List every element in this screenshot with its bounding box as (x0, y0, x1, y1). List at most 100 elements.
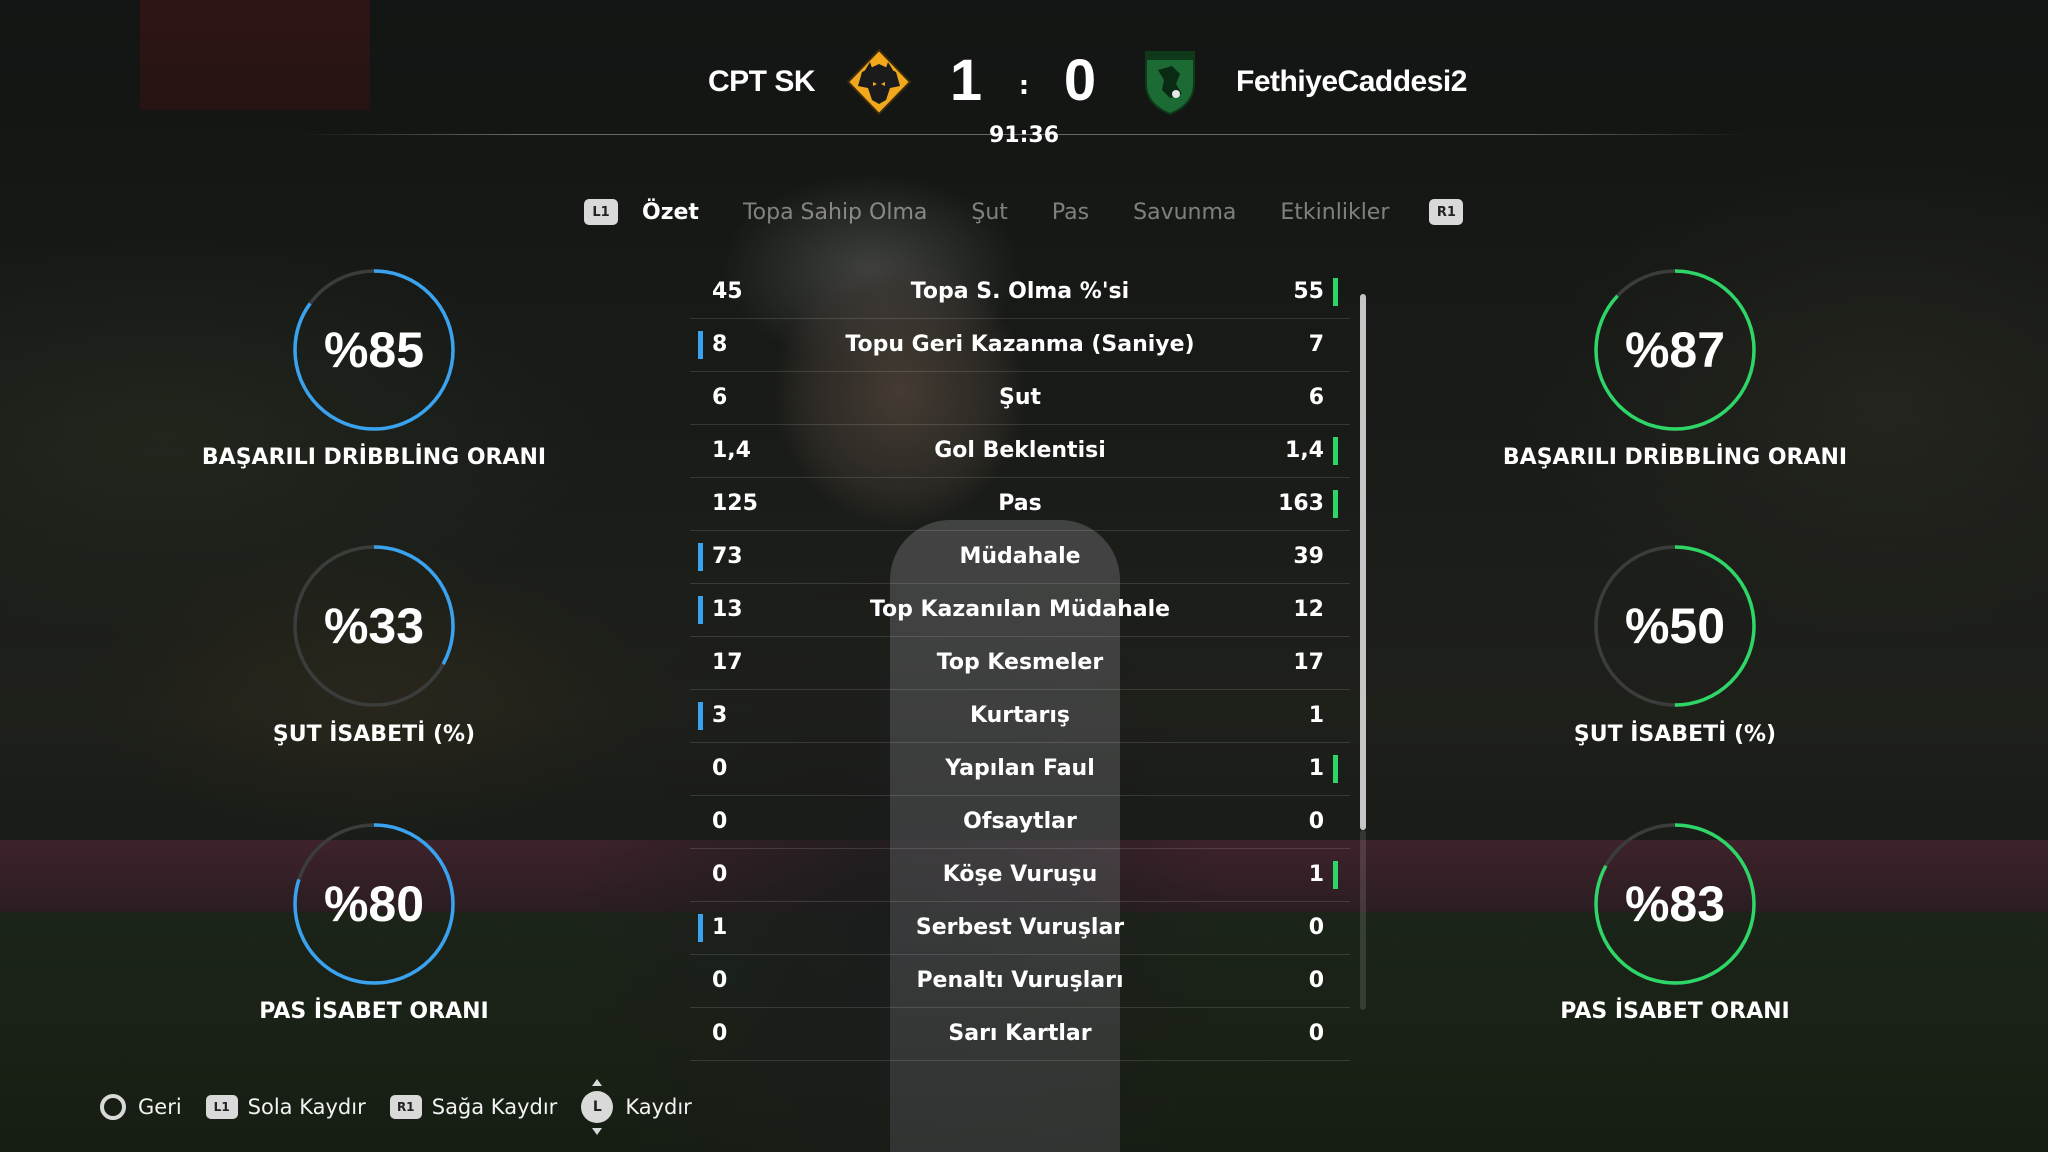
stat-label: Ofsaytlar (963, 809, 1077, 834)
stats-table[interactable]: 45 Topa S. Olma %'si 55 8 Topu Geri Kazanma … (690, 266, 1350, 1061)
stat-row: 1,4 Gol Beklentisi 1,4 (690, 425, 1350, 478)
away-leader-bar (1333, 490, 1338, 518)
stat-away-value: 1,4 (1285, 438, 1324, 463)
l1-button-icon: L1 (205, 1095, 238, 1119)
arrow-down-icon (592, 1128, 603, 1135)
stat-label: Müdahale (959, 544, 1081, 569)
stat-row: 0 Yapılan Faul 1 (690, 743, 1350, 796)
stat-away-value: 0 (1308, 1021, 1324, 1046)
scroll-right-label: Sağa Kaydır (431, 1095, 558, 1119)
home-team-name: CPT SK (707, 65, 816, 98)
stat-label: Topa S. Olma %'si (910, 279, 1130, 304)
away-team-name: FethiyeCaddesi2 (1236, 65, 1467, 98)
scroll-left-prompt[interactable]: L1 Sola Kaydır (205, 1095, 366, 1119)
away-pass-accuracy-ring: %83 (1592, 821, 1758, 987)
tab-ozet[interactable]: Özet (642, 200, 699, 225)
r1-button-icon: R1 (389, 1095, 422, 1119)
home-pass-accuracy-value: %80 (323, 876, 425, 932)
home-shot-accuracy-ring: %33 (291, 543, 457, 709)
away-pass-accuracy-label: PAS İSABET ORANI (1560, 999, 1790, 1024)
stat-away-value: 0 (1308, 968, 1324, 993)
stat-away-value: 39 (1293, 544, 1324, 569)
tab-pas[interactable]: Pas (1052, 200, 1089, 225)
away-crest-icon (1145, 51, 1195, 116)
scroll-left-label: Sola Kaydır (247, 1095, 366, 1119)
back-prompt[interactable]: Geri (100, 1094, 182, 1120)
home-shot-accuracy-label: ŞUT İSABETİ (%) (272, 722, 476, 747)
stat-row: 45 Topa S. Olma %'si 55 (690, 266, 1350, 319)
stat-label: Kurtarış (969, 703, 1071, 728)
tab-savunma[interactable]: Savunma (1133, 200, 1236, 225)
wolves-crest-icon (846, 48, 912, 116)
stat-away-value: 7 (1308, 332, 1324, 357)
stat-away-value: 12 (1293, 597, 1324, 622)
away-leader-bar (1333, 861, 1338, 889)
away-shot-accuracy-label: ŞUT İSABETİ (%) (1573, 722, 1777, 747)
stats-tabs: L1 Özet Topa Sahip Olma Şut Pas Savunma … (580, 192, 1464, 232)
stat-label: Top Kazanılan Müdahale (869, 597, 1171, 622)
away-leader-bar (1333, 755, 1338, 783)
away-score: 0 (1063, 48, 1097, 113)
stat-label: Gol Beklentisi (934, 438, 1106, 463)
back-label: Geri (138, 1095, 182, 1119)
left-stick-letter: L (592, 1099, 602, 1115)
stat-label: Pas (998, 491, 1042, 516)
stat-row: 1 Serbest Vuruşlar 0 (690, 902, 1350, 955)
scroll-label: Kaydır (625, 1095, 692, 1119)
home-dribbling-value: %85 (323, 322, 425, 378)
scroll-right-prompt[interactable]: R1 Sağa Kaydır (389, 1095, 558, 1119)
stat-label: Penaltı Vuruşları (916, 968, 1124, 993)
l1-button-icon[interactable]: L1 (584, 199, 618, 225)
stat-row: 73 Müdahale 39 (690, 531, 1350, 584)
arrow-up-icon (592, 1079, 603, 1086)
away-dribbling-ring: %87 (1592, 267, 1758, 433)
stat-row: 125 Pas 163 (690, 478, 1350, 531)
stats-scrollbar[interactable] (1360, 294, 1366, 830)
stat-away-value: 0 (1308, 915, 1324, 940)
match-clock: 91:36 (988, 123, 1060, 148)
stat-row: 13 Top Kazanılan Müdahale 12 (690, 584, 1350, 637)
stats-scroll-track (1360, 830, 1366, 1010)
away-shot-accuracy-ring: %50 (1592, 543, 1758, 709)
away-pass-accuracy-value: %83 (1624, 876, 1726, 932)
stat-row: 0 Penaltı Vuruşları 0 (690, 955, 1350, 1008)
stat-row: 0 Sarı Kartlar 0 (690, 1008, 1350, 1061)
score-separator: : (1018, 71, 1030, 101)
tab-sut[interactable]: Şut (971, 200, 1008, 225)
stat-away-value: 6 (1308, 385, 1324, 410)
circle-button-icon (100, 1094, 126, 1120)
r1-button-icon[interactable]: R1 (1429, 199, 1464, 225)
stat-row: 0 Ofsaytlar 0 (690, 796, 1350, 849)
tab-topa-sahip-olma[interactable]: Topa Sahip Olma (743, 200, 927, 225)
stat-label: Yapılan Faul (945, 756, 1095, 781)
scroll-prompt[interactable]: L Kaydır (581, 1079, 692, 1135)
button-prompts: Geri L1 Sola Kaydır R1 Sağa Kaydır L Kay… (100, 1079, 716, 1135)
stat-label: Serbest Vuruşlar (915, 915, 1125, 940)
stat-away-value: 1 (1308, 703, 1324, 728)
home-dribbling-label: BAŞARILI DRİBBLİNG ORANI (201, 445, 547, 470)
home-shot-accuracy-value: %33 (323, 598, 425, 654)
stat-label: Top Kesmeler (936, 650, 1104, 675)
stat-away-value: 55 (1293, 279, 1324, 304)
stat-away-value: 17 (1293, 650, 1324, 675)
stat-label: Topu Geri Kazanma (Saniye) (845, 332, 1195, 357)
stat-label: Sarı Kartlar (948, 1021, 1092, 1046)
stat-row: 17 Top Kesmeler 17 (690, 637, 1350, 690)
stat-row: 3 Kurtarış 1 (690, 690, 1350, 743)
away-dribbling-label: BAŞARILI DRİBBLİNG ORANI (1502, 445, 1848, 470)
left-stick-icon: L (581, 1079, 614, 1135)
tab-etkinlikler[interactable]: Etkinlikler (1280, 200, 1389, 225)
away-leader-bar (1333, 278, 1338, 306)
stat-away-value: 1 (1308, 862, 1324, 887)
stat-label: Şut (998, 385, 1042, 410)
home-pass-accuracy-ring: %80 (291, 821, 457, 987)
stat-away-value: 0 (1308, 809, 1324, 834)
stat-label: Köşe Vuruşu (942, 862, 1098, 887)
away-shot-accuracy-value: %50 (1624, 598, 1726, 654)
stat-away-value: 1 (1308, 756, 1324, 781)
away-leader-bar (1333, 437, 1338, 465)
stat-row: 6 Şut 6 (690, 372, 1350, 425)
stat-away-value: 163 (1278, 491, 1324, 516)
home-score: 1 (949, 48, 983, 113)
stat-row: 0 Köşe Vuruşu 1 (690, 849, 1350, 902)
